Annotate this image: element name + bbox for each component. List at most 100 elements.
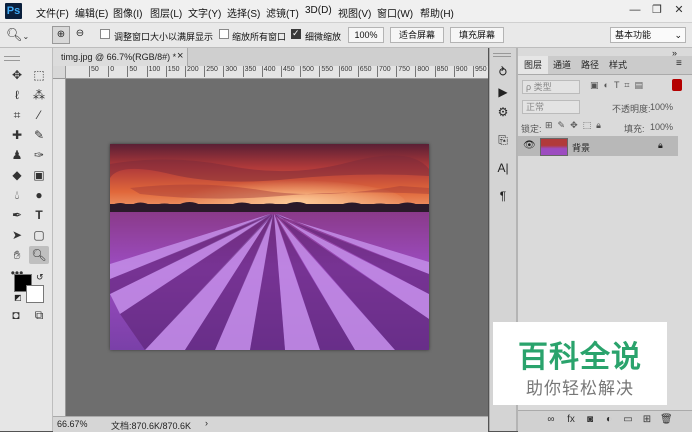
quick-mask-icon[interactable]: ◘ [6,306,26,324]
close-tab-icon[interactable]: × [177,50,183,62]
opacity-value[interactable]: 100% [650,102,673,112]
vertical-ruler[interactable] [53,78,66,416]
lasso-tool-icon[interactable]: ℓ [7,86,27,104]
horizontal-ruler[interactable]: 50 0 50 100 150 200 250 300 350 400 450 500 550 600 65… [53,66,488,79]
paragraph-panel-icon[interactable]: ¶ [493,186,513,206]
screen-mode-icon[interactable]: ⧉ [29,306,49,324]
clone-stamp-icon[interactable]: ♟ [7,146,27,164]
lavender-field-image[interactable] [110,144,429,350]
history-panel-icon[interactable]: ⥁ [493,62,513,82]
menu-3d[interactable]: 3D(D) [305,5,332,16]
resize-windows-checkbox[interactable] [100,29,110,39]
background-color-swatch[interactable] [26,285,44,303]
visibility-eye-icon[interactable]: 👁︎ [523,140,536,151]
fill-screen-button[interactable]: 填充屏幕 [450,27,504,43]
menu-select[interactable]: 选择(S) [227,5,260,20]
scrubby-zoom-checkbox[interactable] [291,28,301,39]
type-tool-icon[interactable]: T [29,206,49,224]
ruler-tick-label: 400 [261,66,275,77]
workspace-select[interactable]: 基本功能 ⌄ [610,27,686,43]
minimize-button[interactable]: — [626,3,644,17]
fit-screen-button[interactable]: 适合屏幕 [390,27,444,43]
menu-help[interactable]: 帮助(H) [420,5,454,20]
toolbar-grip[interactable] [4,56,20,61]
link-layers-icon[interactable]: ∞ [545,414,557,426]
brush-tool-icon[interactable]: ✎ [29,126,49,144]
default-colors-icon[interactable]: ◩ [14,293,22,302]
tab-layers[interactable]: 图层 [518,56,548,74]
ruler-tick-label: 250 [204,66,218,77]
history-brush-icon[interactable]: ✑ [29,146,49,164]
character-panel-icon[interactable]: A| [493,158,513,178]
filter-icons[interactable]: ▣◐T⌗▤ [590,80,648,91]
gradient-tool-icon[interactable]: ▣ [29,166,49,184]
add-mask-icon[interactable]: ◙ [584,414,596,426]
ruler-tick-label: 800 [415,66,429,77]
marquee-tool-icon[interactable]: ⬚ [29,66,49,84]
restore-button[interactable]: ❐ [648,3,666,17]
menu-file[interactable]: 文件(F) [36,5,69,20]
actions-panel-icon[interactable]: ▶ [493,82,513,102]
trash-icon[interactable]: 🗑︎ [660,414,673,426]
document-tab[interactable]: timg.jpg @ 66.7%(RGB/8#) * × [53,48,188,66]
hand-tool-icon[interactable]: ✋︎ [7,246,27,264]
eyedropper-icon[interactable]: ⁄ [29,106,49,124]
zoom-tool-preset-icon[interactable]: 🔍︎⌄ [6,26,34,44]
menu-type[interactable]: 文字(Y) [188,5,221,20]
close-button[interactable]: ✕ [670,3,688,17]
ruler-tick-label: 550 [319,66,333,77]
fill-value[interactable]: 100% [650,122,673,132]
blur-tool-icon[interactable]: 💧︎ [7,186,27,204]
panel-menu-icon[interactable]: ≡ [676,58,682,69]
zoom-all-windows-checkbox[interactable] [219,29,229,39]
strip-grip[interactable] [493,53,511,57]
menu-layer[interactable]: 图层(L) [150,5,182,20]
document-tab-title: timg.jpg @ 66.7%(RGB/8#) * [61,52,177,62]
resize-windows-label: 调整窗口大小以满屏显示 [114,32,214,42]
new-group-icon[interactable]: ▭ [622,414,634,426]
zoom-100-button[interactable]: 100% [348,27,384,43]
zoom-out-icon[interactable]: ⊖ [72,26,88,42]
tab-styles[interactable]: 样式 [604,56,632,74]
path-selection-icon[interactable]: ➤ [7,226,27,244]
zoom-tool-icon[interactable]: 🔍︎ [29,246,49,264]
tab-paths[interactable]: 路径 [576,56,604,74]
zoom-level[interactable]: 66.67% [57,419,88,429]
lock-icons[interactable]: ⊞✎✥⬚🔒︎ [545,120,606,131]
ruler-origin[interactable] [53,66,66,79]
healing-brush-icon[interactable]: ✚ [7,126,27,144]
menu-image[interactable]: 图像(I) [113,5,142,20]
ruler-tick-label: 300 [223,66,237,77]
tab-channels[interactable]: 通道 [548,56,576,74]
zoom-in-icon[interactable]: ⊕ [52,26,70,44]
layer-row-background[interactable]: 👁︎ 背景 🔒︎ [518,136,678,156]
ruler-tick-label: 650 [357,66,371,77]
swap-colors-icon[interactable]: ↺ [36,272,44,283]
menu-edit[interactable]: 编辑(E) [75,5,108,20]
layer-kind-filter[interactable]: ρ 类型 [522,80,580,94]
menu-window[interactable]: 窗口(W) [377,5,413,20]
move-tool-icon[interactable]: ✥ [7,66,27,84]
shape-tool-icon[interactable]: ▢ [29,226,49,244]
menu-filter[interactable]: 滤镜(T) [266,5,299,20]
layer-style-icon[interactable]: fx [565,414,577,426]
crop-tool-icon[interactable]: ⌗ [7,106,27,124]
eraser-icon[interactable]: ◆ [7,166,27,184]
menu-view[interactable]: 视图(V) [338,5,371,20]
adjustment-layer-icon[interactable]: ◐ [603,414,615,426]
new-layer-icon[interactable]: ⊞ [641,414,653,426]
clone-source-icon[interactable]: ⎘ [493,130,513,150]
ruler-tick-label: 0 [108,66,114,77]
ruler-tick-label: 450 [281,66,295,77]
dodge-tool-icon[interactable]: ● [29,186,49,204]
magic-wand-icon[interactable]: ⁂ [29,86,49,104]
blend-mode-select[interactable]: 正常 [522,100,580,114]
ruler-tick-label: 850 [434,66,448,77]
watermark-title: 百科全说 [518,341,642,374]
pen-tool-icon[interactable]: ✒ [7,206,27,224]
ruler-tick-label: 600 [338,66,352,77]
status-menu-arrow-icon[interactable]: › [205,418,208,428]
filter-toggle-icon[interactable] [672,79,682,91]
properties-panel-icon[interactable]: ⚙ [493,102,513,122]
ruler-tick-label: 900 [453,66,467,77]
